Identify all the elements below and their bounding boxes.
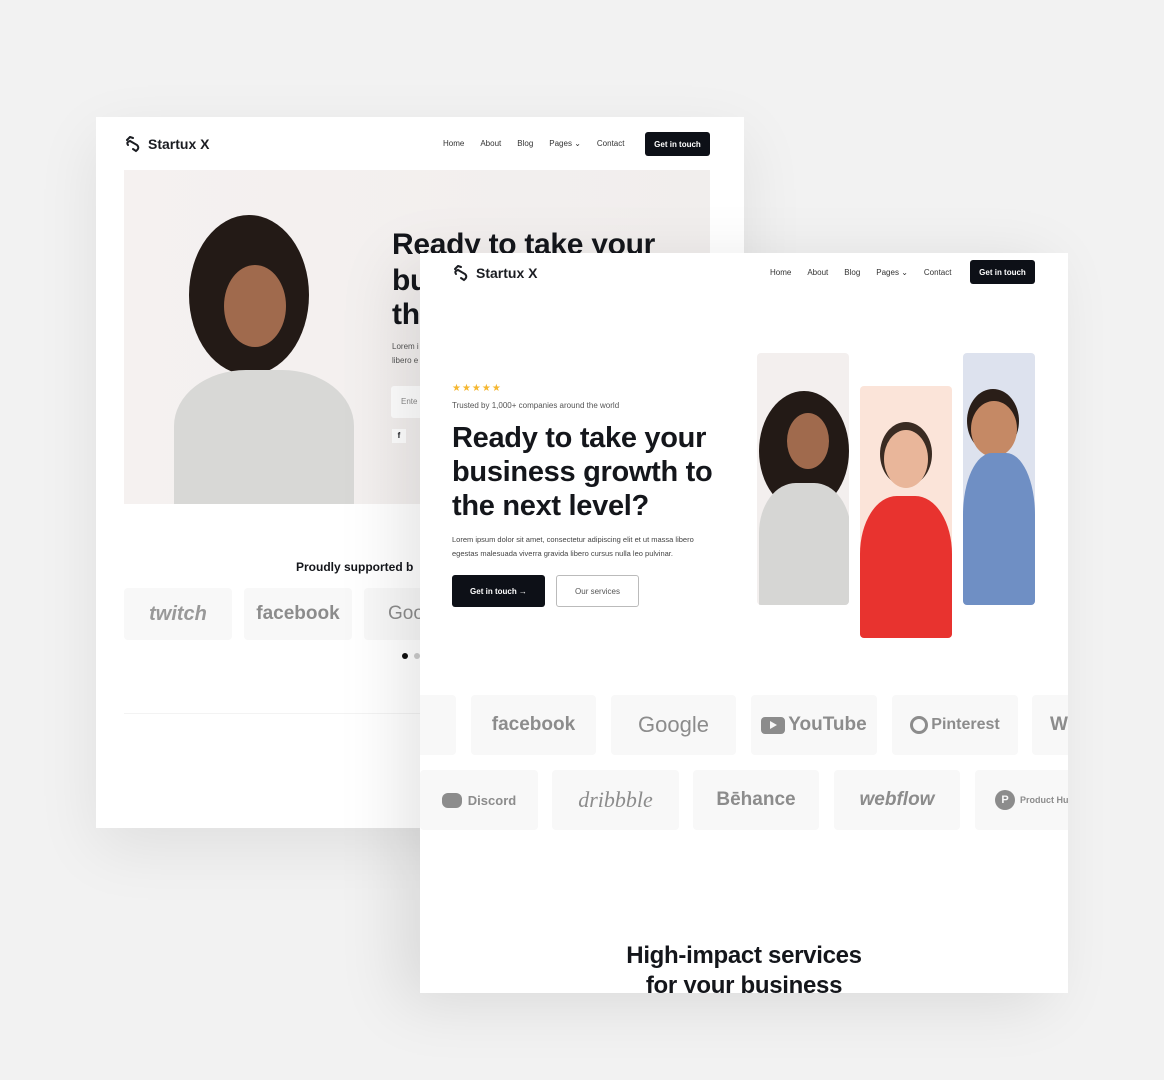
- front-page-preview: Startux X Home About Blog Pages ⌄ Contac…: [420, 253, 1068, 993]
- primary-get-in-touch-button[interactable]: Get in touch →: [452, 575, 545, 607]
- youtube-play-icon: [761, 716, 786, 734]
- youtube-logo: YouTube: [751, 695, 877, 755]
- discord-logo: Discord: [420, 770, 538, 830]
- services-heading-line: High-impact services: [626, 942, 862, 969]
- logo-icon: [454, 265, 468, 282]
- nav-pages[interactable]: Pages ⌄: [549, 139, 581, 148]
- nav-contact[interactable]: Contact: [597, 139, 625, 148]
- nav-home[interactable]: Home: [443, 139, 464, 148]
- google-logo: Google: [611, 695, 736, 755]
- paragraph-line: egestas malesuada viverra gravida libero…: [452, 549, 673, 558]
- brand-name: Startux X: [148, 136, 210, 152]
- smiling-woman-portrait: [860, 386, 952, 638]
- webflow-logo: webflow: [834, 770, 960, 830]
- behance-logo: Bēhance: [693, 770, 819, 830]
- brand-logo[interactable]: Startux X: [124, 134, 209, 154]
- headline-line: Ready to take your: [452, 422, 707, 454]
- brand-logo[interactable]: Startux X: [452, 263, 537, 283]
- pinterest-logo: Pinterest: [892, 695, 1018, 755]
- discord-wordmark: Discord: [467, 792, 517, 808]
- nav-about[interactable]: About: [807, 268, 828, 277]
- pinterest-wordmark: Pinterest: [931, 716, 1000, 733]
- supported-heading: Proudly supported b: [296, 560, 414, 574]
- logo-tile-partial: [420, 695, 456, 755]
- hero-paragraph: Lorem ipsum dolor sit amet, consectetur …: [452, 533, 694, 561]
- services-heading-line: for your business: [645, 972, 843, 993]
- brand-name: Startux X: [476, 265, 538, 281]
- star-icon: ★★★★★: [452, 383, 502, 394]
- services-heading: High-impact services for your business: [420, 941, 1068, 993]
- twitch-logo: twitch: [124, 588, 232, 640]
- smiling-man-portrait: [963, 353, 1035, 605]
- hero-headline-line3: th: [392, 298, 420, 331]
- our-services-button[interactable]: Our services: [556, 575, 639, 607]
- nav-home[interactable]: Home: [770, 268, 791, 277]
- chevron-down-icon: ⌄: [574, 139, 581, 148]
- trusted-text: Trusted by 1,000+ companies around the w…: [452, 401, 620, 410]
- logo-tile-partial: W: [1032, 695, 1068, 755]
- nav-blog[interactable]: Blog: [517, 139, 533, 148]
- pinterest-icon: [910, 716, 929, 734]
- get-in-touch-button[interactable]: Get in touch: [970, 260, 1035, 284]
- nav-contact[interactable]: Contact: [924, 268, 952, 277]
- product-hunt-logo: P Product Hu: [975, 770, 1068, 830]
- hero-paragraph: Lorem i: [392, 342, 419, 351]
- woman-curly-hair-portrait: [757, 353, 849, 605]
- main-nav: Home About Blog Pages ⌄ Contact: [770, 268, 967, 277]
- nav-about[interactable]: About: [480, 139, 501, 148]
- carousel-dot-active[interactable]: [402, 653, 408, 659]
- nav-blog[interactable]: Blog: [844, 268, 860, 277]
- paragraph-line: Lorem ipsum dolor sit amet, consectetur …: [452, 535, 694, 544]
- discord-icon: [441, 792, 462, 808]
- get-in-touch-button[interactable]: Get in touch: [645, 132, 710, 156]
- product-hunt-icon: P: [995, 790, 1015, 810]
- facebook-logo: facebook: [244, 588, 352, 640]
- product-hunt-wordmark: Product Hu: [1020, 795, 1068, 805]
- facebook-icon[interactable]: f: [392, 429, 406, 443]
- headline-line: the next level?: [452, 490, 649, 522]
- woman-portrait-image: [144, 210, 374, 504]
- youtube-wordmark: YouTube: [788, 714, 867, 735]
- main-nav: Home About Blog Pages ⌄ Contact: [443, 139, 640, 148]
- chevron-down-icon: ⌄: [901, 268, 908, 277]
- nav-pages-label: Pages: [549, 139, 572, 148]
- nav-pages[interactable]: Pages ⌄: [876, 268, 908, 277]
- logo-icon: [126, 136, 140, 153]
- hero-headline: Ready to take your business growth to th…: [452, 421, 713, 523]
- facebook-logo: facebook: [471, 695, 596, 755]
- rating-stars: ★★★★★: [452, 383, 502, 394]
- headline-line: business growth to: [452, 456, 713, 488]
- nav-pages-label: Pages: [876, 268, 899, 277]
- hero-paragraph-2: libero e: [392, 356, 419, 365]
- dribbble-logo: dribbble: [552, 770, 679, 830]
